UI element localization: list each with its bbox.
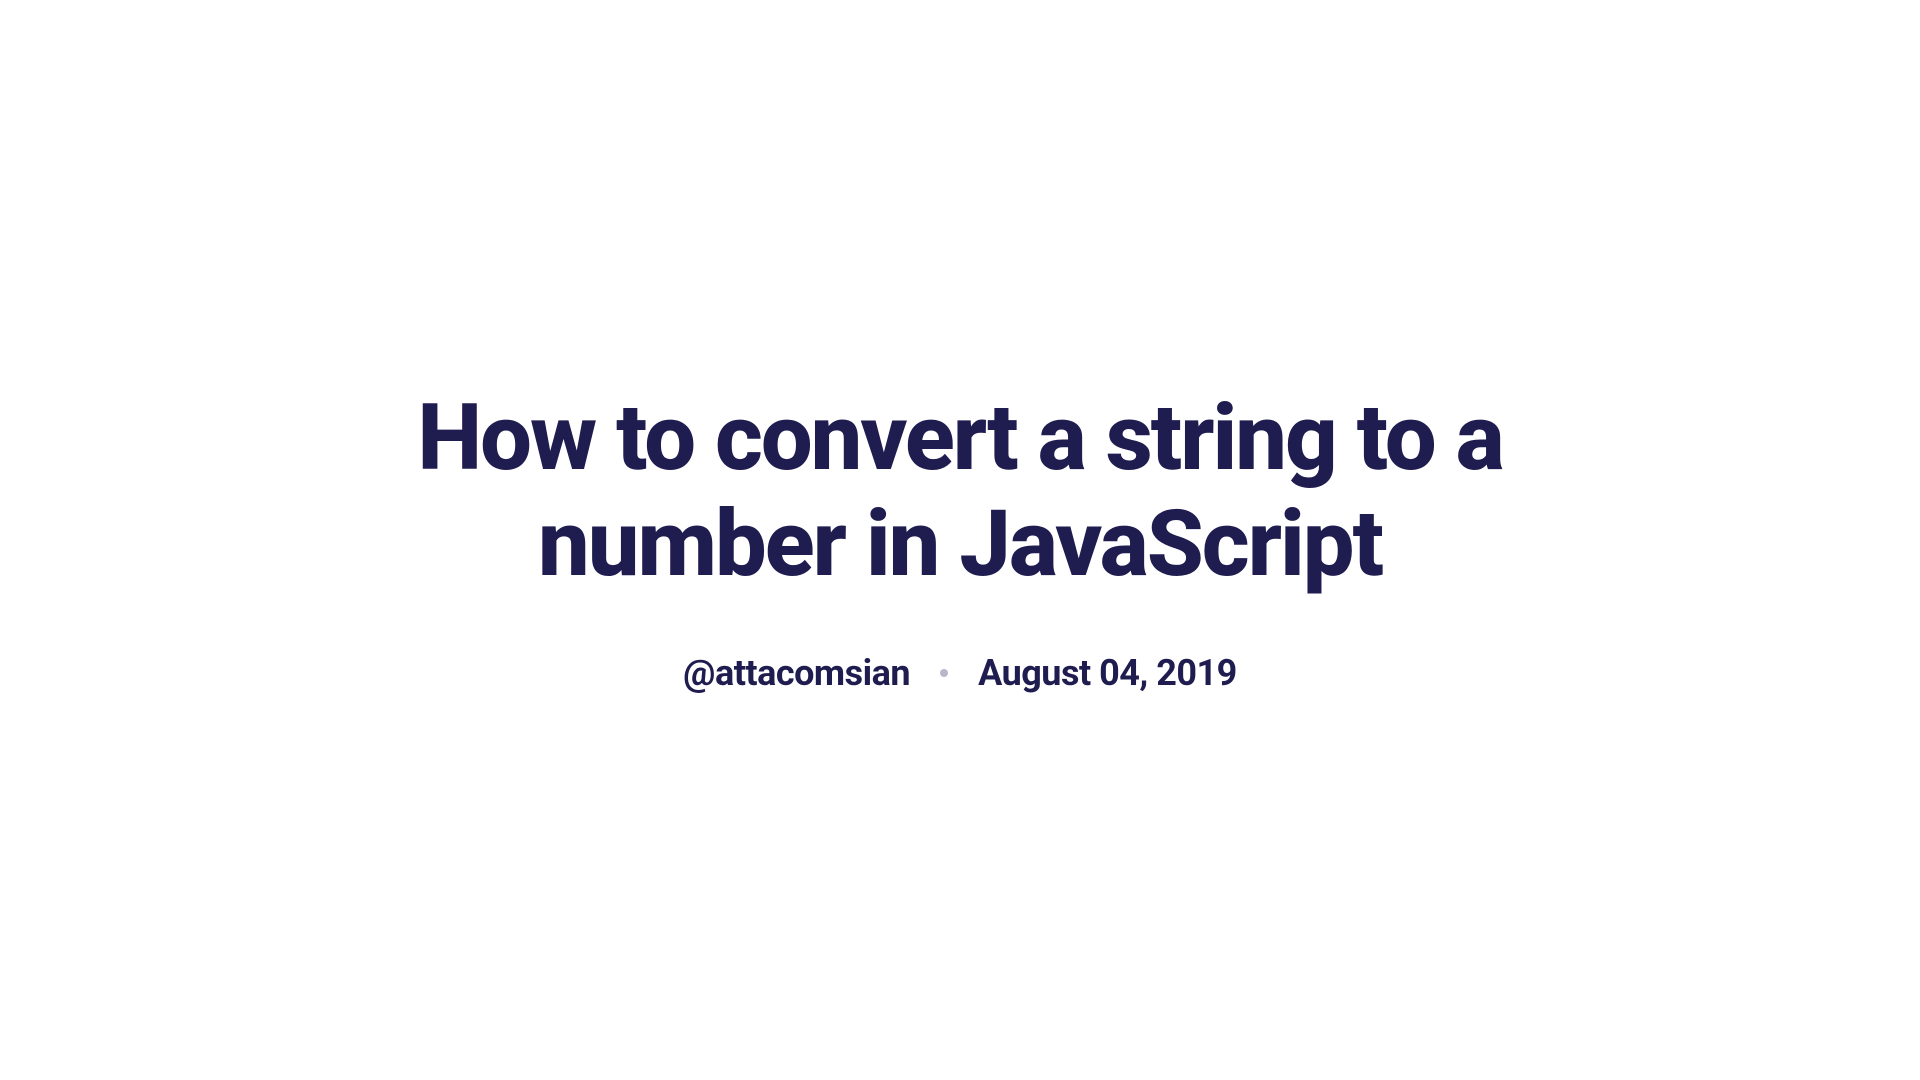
meta-separator-icon: [940, 669, 948, 677]
author-handle[interactable]: @attacomsian: [683, 652, 910, 694]
article-meta: @attacomsian August 04, 2019: [360, 652, 1560, 694]
publish-date: August 04, 2019: [978, 652, 1237, 694]
article-title: How to convert a string to a number in J…: [360, 386, 1560, 598]
article-header: How to convert a string to a number in J…: [360, 386, 1560, 695]
